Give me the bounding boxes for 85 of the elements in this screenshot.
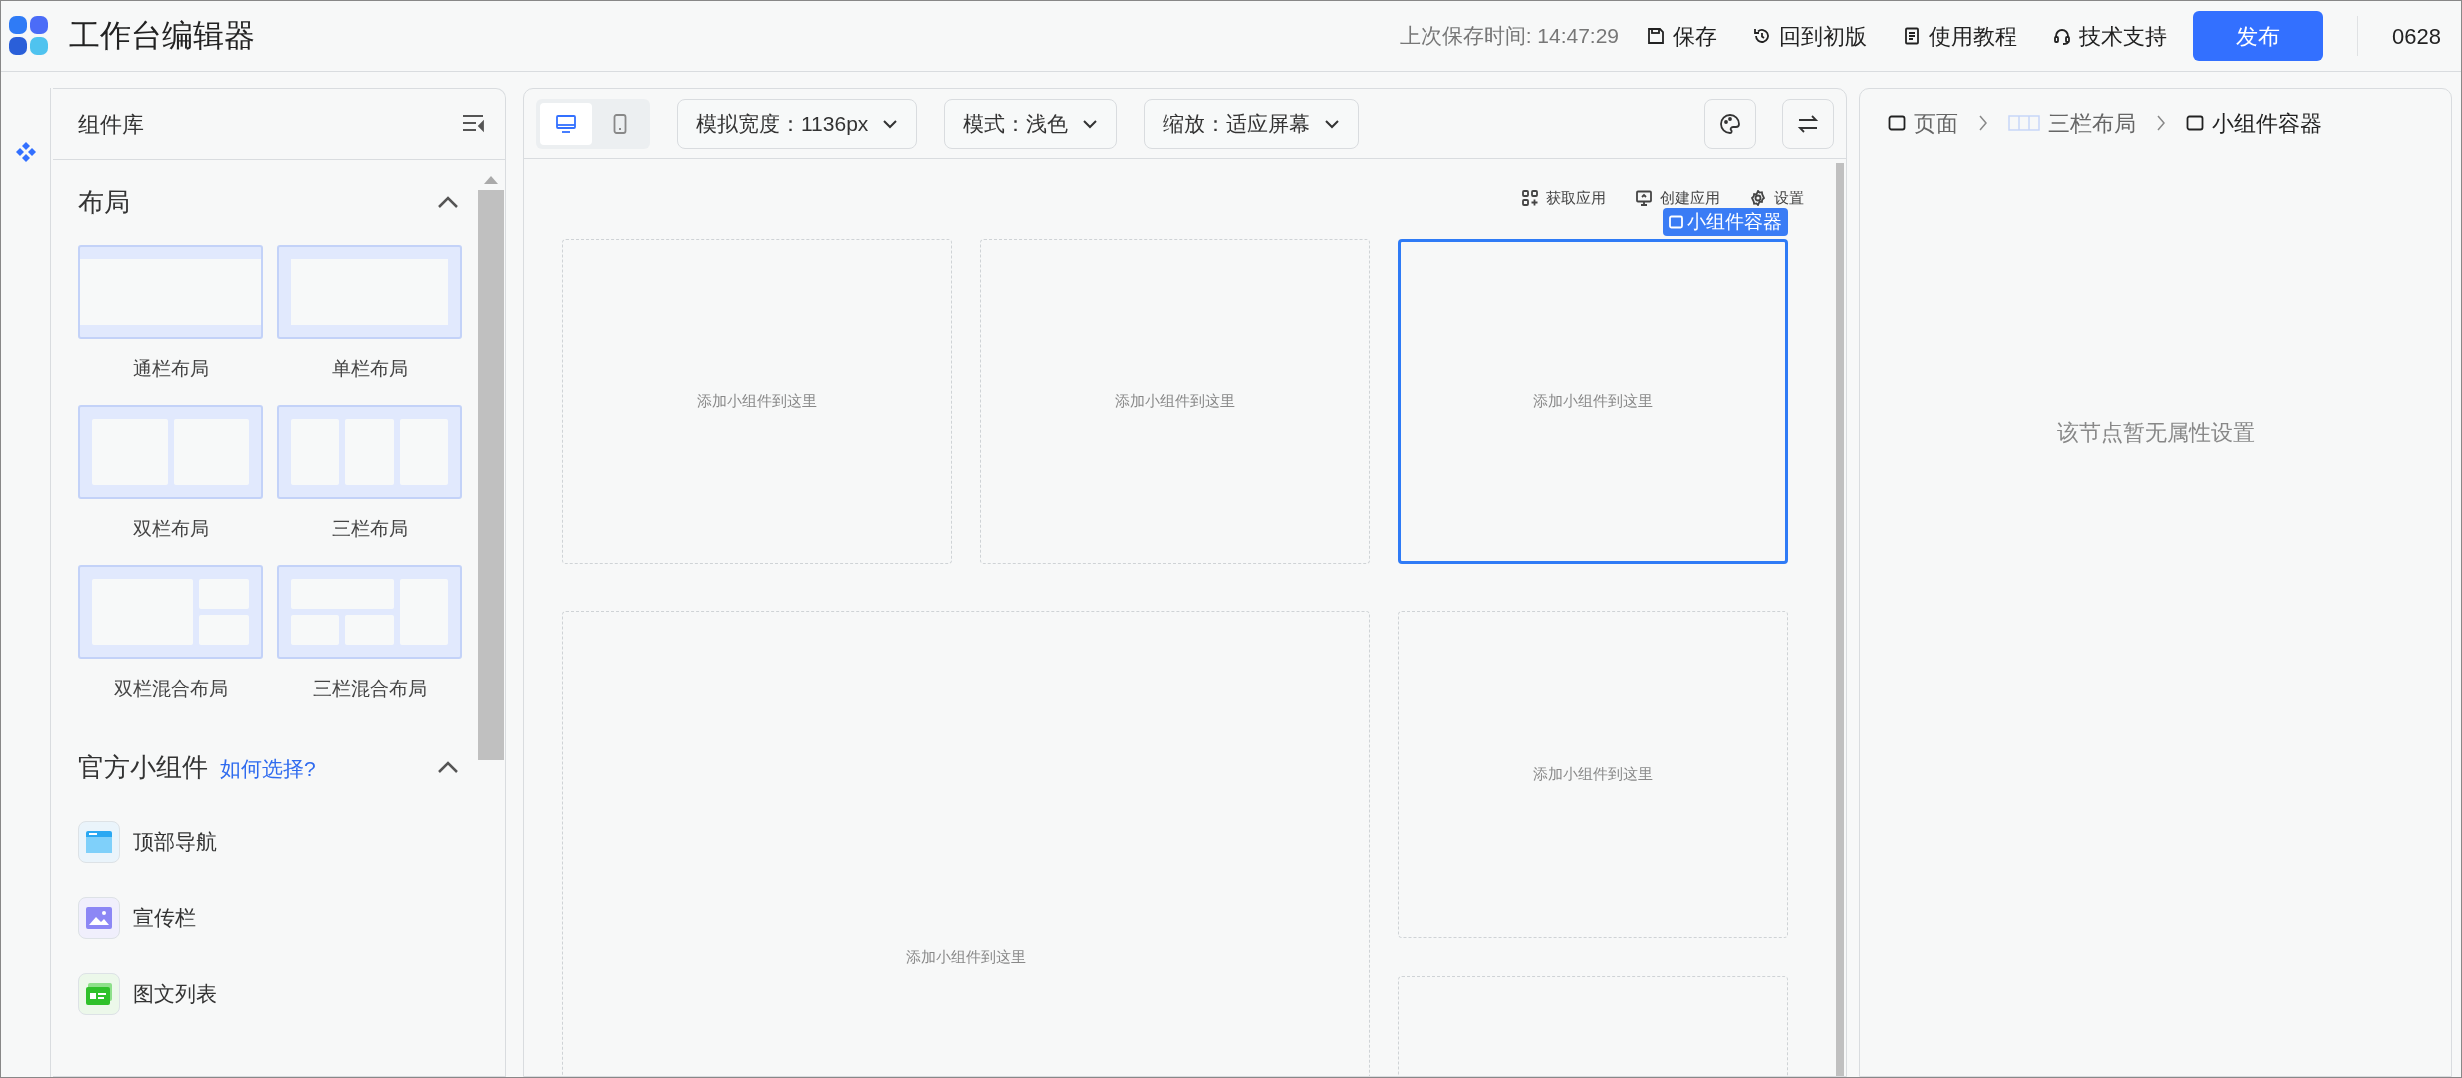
square-icon [1888, 115, 1906, 131]
logo-icon [9, 16, 49, 56]
headset-icon [2053, 27, 2072, 45]
chevron-down-icon [1324, 118, 1341, 129]
dropdown-button[interactable]: 模式：浅色 [944, 98, 1118, 149]
layout-label: 三栏布局 [331, 517, 408, 541]
breadcrumb-item[interactable]: 页面 [1888, 106, 1958, 140]
widget-drop-zone[interactable]: 添加小组件到这里 [1398, 611, 1788, 938]
collapse-toggle[interactable] [437, 760, 459, 774]
layout-label: 单栏布局 [331, 357, 408, 381]
settings-icon [1750, 190, 1766, 206]
image-icon [86, 907, 112, 929]
layout-thumbnail[interactable] [277, 245, 462, 339]
selection-badge: 小组件容器 [1663, 208, 1788, 236]
user-name: 0628 [2392, 22, 2441, 51]
section-title: 布局 [78, 185, 130, 219]
collapse-list-icon [461, 114, 485, 134]
widget-label: 顶部导航 [133, 829, 217, 856]
layout-label: 双栏混合布局 [113, 677, 228, 701]
history-icon [1753, 27, 1772, 45]
theme-button[interactable] [1704, 98, 1756, 149]
widget-label: 图文列表 [133, 981, 217, 1008]
panel-title: 组件库 [78, 110, 144, 139]
chevron-down-icon [882, 118, 899, 129]
dropdown-button[interactable]: 模拟宽度：1136px [677, 98, 918, 149]
layout-label: 通栏布局 [132, 357, 209, 381]
apps-grid-icon [1522, 190, 1538, 206]
breadcrumb-item[interactable]: 三栏布局 [2008, 106, 2136, 140]
monitor-icon [556, 114, 576, 133]
chevron-right-icon [2156, 114, 2166, 132]
toolbar-button[interactable]: 使用教程 [1903, 19, 2018, 53]
empty-properties-message: 该节点暂无属性设置 [2056, 419, 2255, 447]
save-icon [1647, 27, 1666, 45]
card-list-icon [86, 983, 112, 1005]
layout-label: 三栏混合布局 [312, 677, 427, 701]
layout-thumbnail[interactable] [277, 405, 462, 499]
last-saved-time: 上次保存时间: 14:47:29 [1399, 23, 1620, 50]
palette-icon [1719, 112, 1741, 135]
toolbar-button[interactable]: 回到初版 [1753, 19, 1868, 53]
drop-hint: 添加小组件到这里 [1533, 391, 1653, 412]
canvas-link[interactable]: 获取应用 [1522, 186, 1606, 210]
chevron-right-icon [1978, 114, 1988, 132]
monitor-icon [1636, 190, 1652, 206]
app-title: 工作台编辑器 [69, 16, 255, 55]
widget-tile[interactable] [78, 821, 120, 863]
widget-drop-zone[interactable]: 添加小组件到这里 [562, 239, 952, 564]
widget-tile[interactable] [78, 897, 120, 939]
breadcrumb-item[interactable]: 小组件容器 [2186, 106, 2322, 140]
canvas-link[interactable]: 设置 [1750, 186, 1804, 210]
device-tab[interactable] [540, 102, 592, 145]
scrollbar-thumb[interactable] [1836, 163, 1844, 1076]
widget-tile[interactable] [78, 973, 120, 1015]
widget-label: 宣传栏 [133, 905, 196, 932]
layout-thumbnail[interactable] [78, 565, 263, 659]
canvas-link[interactable]: 创建应用 [1636, 186, 1720, 210]
toolbar-button[interactable]: 技术支持 [2053, 19, 2168, 53]
browser-window-icon [86, 831, 112, 853]
widget-drop-zone[interactable]: 添加小组件到这里 [562, 611, 1370, 1076]
toolbar-button[interactable]: 保存 [1647, 19, 1718, 53]
document-icon [1903, 27, 1922, 45]
scroll-up-arrow-icon [484, 176, 498, 184]
components-icon[interactable] [14, 141, 37, 163]
help-link[interactable]: 如何选择? [220, 752, 316, 784]
drop-hint: 添加小组件到这里 [906, 946, 1026, 967]
square-icon [2186, 115, 2204, 131]
swap-button[interactable] [1782, 98, 1834, 149]
chevron-down-icon [1082, 118, 1099, 129]
three-column-icon [2008, 115, 2040, 131]
drop-hint: 添加小组件到这里 [1533, 764, 1653, 785]
scrollbar-thumb[interactable] [478, 190, 504, 760]
dropdown-button[interactable]: 缩放：适应屏幕 [1144, 98, 1360, 149]
layout-thumbnail[interactable] [78, 245, 263, 339]
layout-label: 双栏布局 [132, 517, 209, 541]
publish-button[interactable]: 发布 [2193, 11, 2324, 61]
widget-drop-zone[interactable]: 添加小组件到这里 [980, 239, 1370, 564]
drop-hint: 添加小组件到这里 [697, 391, 817, 412]
square-icon [1669, 215, 1683, 229]
layout-thumbnail[interactable] [78, 405, 263, 499]
phone-icon [613, 113, 627, 134]
chevron-up-icon [437, 195, 459, 209]
section-title: 官方小组件 [78, 750, 208, 784]
collapse-toggle[interactable] [437, 195, 459, 209]
chevron-up-icon [437, 760, 459, 774]
drop-hint: 添加小组件到这里 [1115, 391, 1235, 412]
layout-thumbnail[interactable] [277, 565, 462, 659]
